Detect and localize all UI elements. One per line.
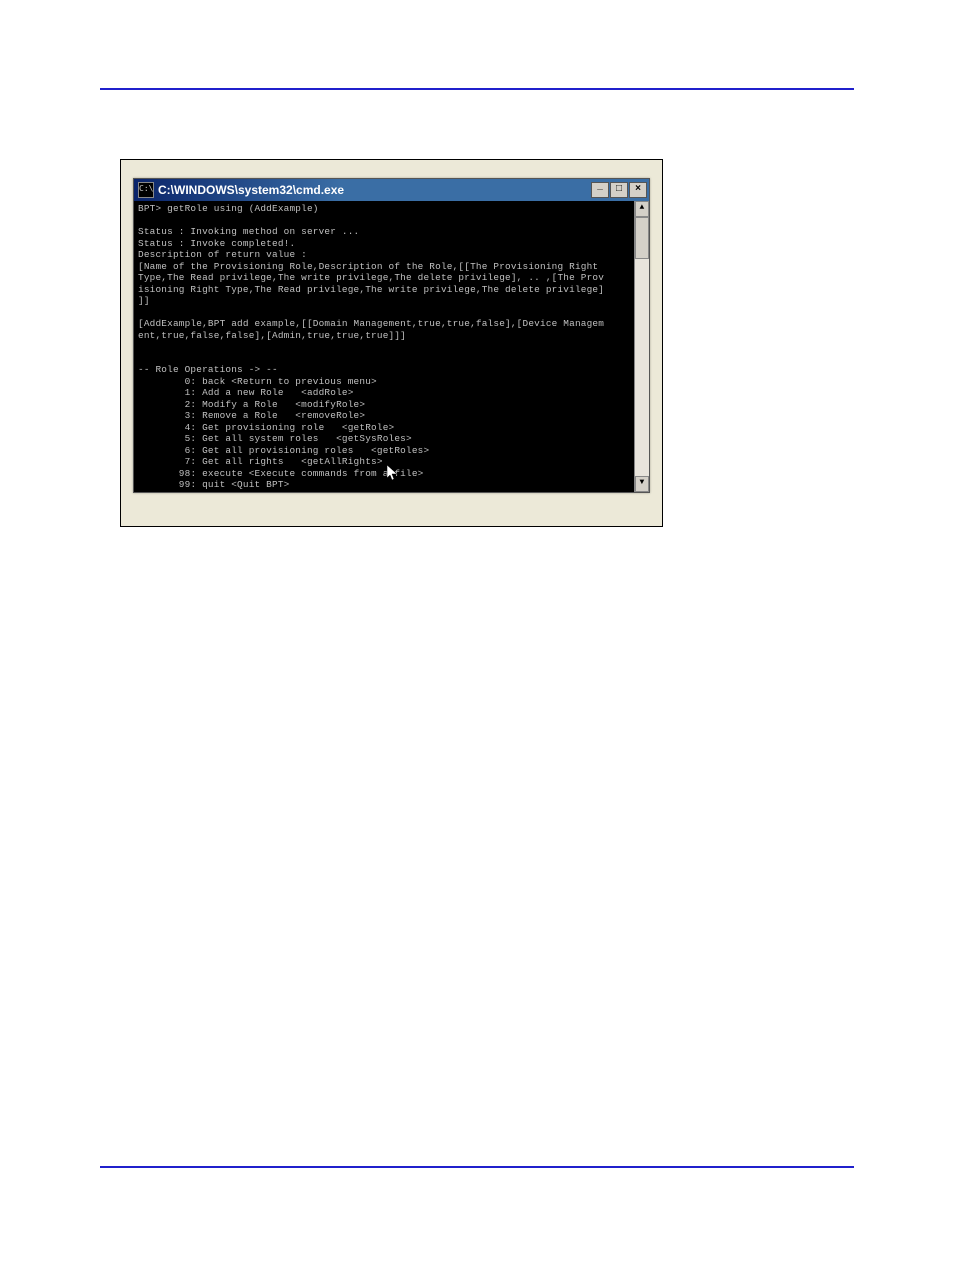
close-button[interactable]	[629, 182, 647, 198]
terminal-line: Type,The Read privilege,The write privil…	[138, 272, 604, 283]
titlebar[interactable]: C:\ C:\WINDOWS\system32\cmd.exe	[134, 179, 649, 201]
terminal-line: Description of return value :	[138, 249, 307, 260]
terminal-line: 4: Get provisioning role <getRole>	[138, 422, 394, 433]
scroll-track[interactable]	[635, 217, 649, 476]
title-left: C:\ C:\WINDOWS\system32\cmd.exe	[138, 182, 344, 198]
vertical-scrollbar[interactable]: ▲ ▼	[634, 201, 649, 492]
terminal-line: [Name of the Provisioning Role,Descripti…	[138, 261, 598, 272]
terminal-line: Status : Invoke completed!.	[138, 238, 295, 249]
terminal-line: 3: Remove a Role <removeRole>	[138, 410, 365, 421]
window-title: C:\WINDOWS\system32\cmd.exe	[158, 183, 344, 197]
scroll-down-arrow-icon[interactable]: ▼	[635, 476, 649, 492]
terminal-line: 2: Modify a Role <modifyRole>	[138, 399, 365, 410]
terminal-line: 6: Get all provisioning roles <getRoles>	[138, 445, 429, 456]
cmd-icon: C:\	[138, 182, 154, 198]
bottom-horizontal-rule	[100, 1166, 854, 1168]
terminal-line: -- Role Operations -> --	[138, 364, 278, 375]
terminal-line: [AddExample,BPT add example,[[Domain Man…	[138, 318, 604, 329]
terminal-line: Status : Invoking method on server ...	[138, 226, 359, 237]
figure-frame: C:\ C:\WINDOWS\system32\cmd.exe BPT> get…	[120, 159, 663, 527]
terminal-line: 0: back <Return to previous menu>	[138, 376, 377, 387]
maximize-button[interactable]	[610, 182, 628, 198]
scroll-up-arrow-icon[interactable]: ▲	[635, 201, 649, 217]
terminal-line: 98: execute <Execute commands from a fil…	[138, 468, 424, 479]
minimize-button[interactable]	[591, 182, 609, 198]
terminal-line: 1: Add a new Role <addRole>	[138, 387, 354, 398]
terminal-line: 7: Get all rights <getAllRights>	[138, 456, 383, 467]
terminal-line: isioning Right Type,The Read privilege,T…	[138, 284, 604, 295]
terminal-line: 5: Get all system roles <getSysRoles>	[138, 433, 412, 444]
terminal-line: ]]	[138, 295, 150, 306]
terminal-line: 99: quit <Quit BPT>	[138, 479, 290, 490]
top-horizontal-rule	[100, 88, 854, 90]
terminal-body[interactable]: BPT> getRole using (AddExample) Status :…	[134, 201, 649, 492]
window-controls	[591, 182, 647, 198]
scroll-thumb[interactable]	[635, 217, 649, 259]
terminal-line: BPT> getRole using (AddExample)	[138, 203, 319, 214]
terminal-line: ent,true,false,false],[Admin,true,true,t…	[138, 330, 406, 341]
cmd-window: C:\ C:\WINDOWS\system32\cmd.exe BPT> get…	[133, 178, 650, 493]
